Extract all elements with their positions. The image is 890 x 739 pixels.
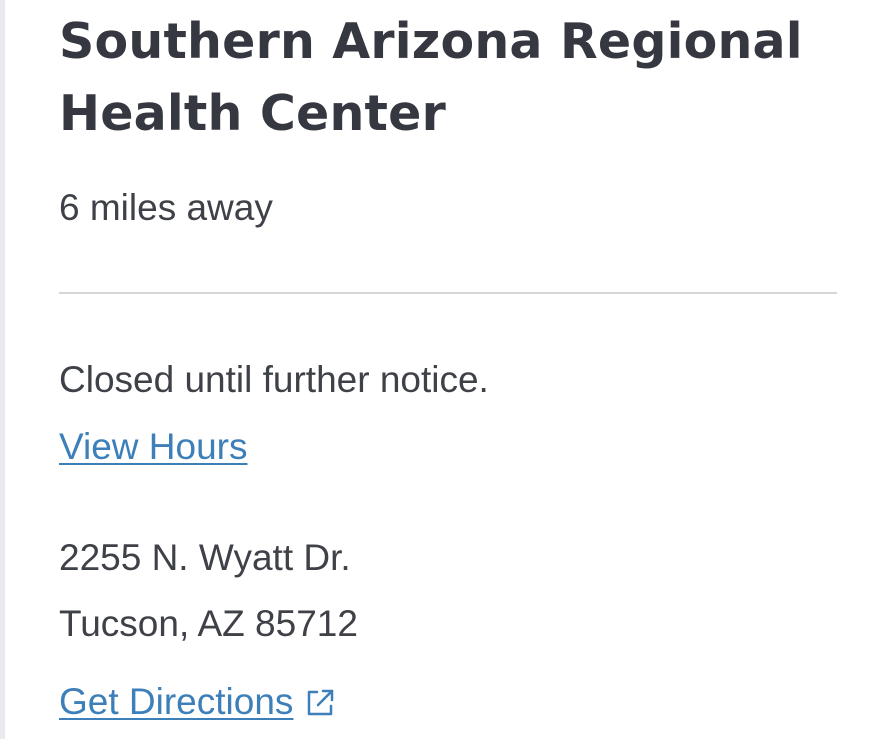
view-hours-link[interactable]: View Hours (59, 423, 248, 471)
status-text: Closed until further notice. (59, 359, 489, 400)
location-name: Southern Arizona Regional Health Center (59, 13, 803, 142)
left-edge-border (0, 0, 5, 739)
get-directions-label: Get Directions (59, 681, 294, 722)
distance-text: 6 miles away (59, 187, 273, 228)
address-line-2: Tucson, AZ 85712 (59, 603, 358, 644)
external-link-icon (303, 686, 337, 720)
address-line-1: 2255 N. Wyatt Dr. (59, 537, 351, 578)
get-directions-link[interactable]: Get Directions (59, 678, 337, 726)
location-card: Southern Arizona Regional Health Center … (59, 0, 837, 739)
section-divider (59, 292, 837, 294)
